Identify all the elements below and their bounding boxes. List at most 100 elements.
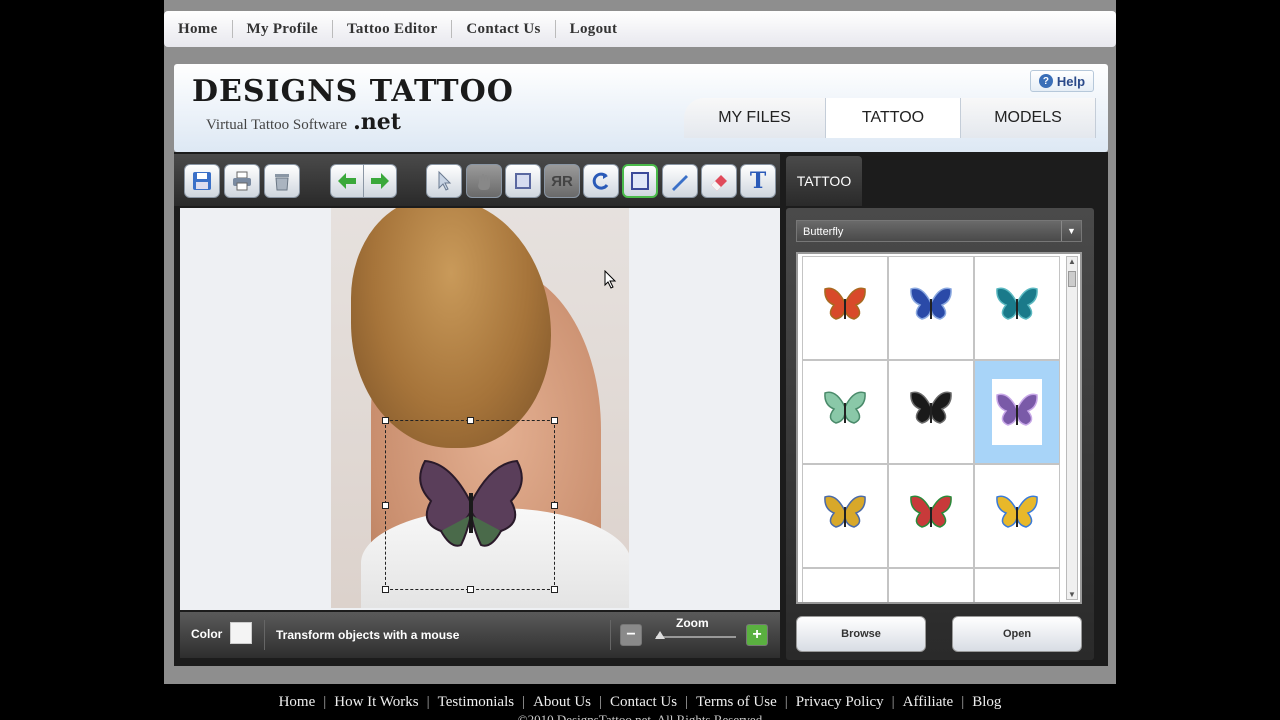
help-button[interactable]: ? Help xyxy=(1030,70,1094,92)
brush-icon[interactable] xyxy=(662,164,698,198)
resize-handle[interactable] xyxy=(467,586,474,593)
main-tabs: MY FILES TATTOO MODELS xyxy=(684,98,1096,138)
footer-separator: | xyxy=(599,694,603,710)
tab-my-files[interactable]: MY FILES xyxy=(684,98,826,138)
footer-link[interactable]: Affiliate xyxy=(903,694,954,711)
undo-arrow-icon[interactable] xyxy=(330,164,364,198)
resize-handle[interactable] xyxy=(551,417,558,424)
model-photo xyxy=(331,208,629,608)
editor-toolbar: ЯR T xyxy=(174,154,780,206)
footer: Home | How It Works | Testimonials | About Us |… xyxy=(164,684,1116,720)
resize-handle[interactable] xyxy=(467,417,474,424)
footer-link[interactable]: How It Works xyxy=(334,694,418,711)
editor-canvas[interactable] xyxy=(180,208,780,610)
footer-separator: | xyxy=(784,694,788,710)
tattoo-thumb-outline-green-butterfly[interactable] xyxy=(802,360,888,464)
zoom-slider[interactable] xyxy=(655,631,736,639)
mirror-icon[interactable]: ЯR xyxy=(544,164,580,198)
resize-handle[interactable] xyxy=(382,502,389,509)
nav-home[interactable]: Home xyxy=(168,21,228,38)
open-button[interactable]: Open xyxy=(952,616,1082,652)
transform-icon[interactable] xyxy=(622,164,658,198)
text-tool-label: T xyxy=(749,168,767,194)
nav-my-profile[interactable]: My Profile xyxy=(237,21,328,38)
divider xyxy=(264,620,265,650)
app-frame: Home My Profile Tattoo Editor Contact Us… xyxy=(164,0,1116,720)
category-value: Butterfly xyxy=(803,226,844,238)
tattoo-thumb-black-outline-butterfly[interactable] xyxy=(888,360,974,464)
footer-link[interactable]: Testimonials xyxy=(438,694,514,711)
browse-button[interactable]: Browse xyxy=(796,616,926,652)
resize-handle[interactable] xyxy=(551,502,558,509)
footer-link[interactable]: Terms of Use xyxy=(696,694,777,711)
gallery-scrollbar[interactable]: ▲ ▼ xyxy=(1066,256,1078,600)
site-logo[interactable]: DESIGNS TATTOO Virtual Tattoo Software .… xyxy=(192,74,514,135)
footer-link[interactable]: Home xyxy=(279,694,316,711)
text-icon[interactable]: T xyxy=(740,164,776,198)
tattoo-thumb-rainbow-butterfly[interactable] xyxy=(888,464,974,568)
footer-link[interactable]: Contact Us xyxy=(610,694,677,711)
rotate-icon[interactable] xyxy=(583,164,619,198)
tattoo-thumb-partial-a[interactable] xyxy=(802,568,888,602)
zoom-in-button[interactable]: + xyxy=(746,624,768,646)
crop-icon[interactable] xyxy=(505,164,541,198)
trash-icon[interactable] xyxy=(264,164,300,198)
top-nav: Home My Profile Tattoo Editor Contact Us… xyxy=(164,11,1116,47)
print-icon[interactable] xyxy=(224,164,260,198)
tattoo-thumb-purple-butterfly[interactable] xyxy=(974,360,1060,464)
footer-links: Home | How It Works | Testimonials | About Us |… xyxy=(164,694,1116,711)
footer-link[interactable]: Privacy Policy xyxy=(796,694,884,711)
tattoo-thumb-partial-b[interactable] xyxy=(888,568,974,602)
zoom-minus-label: − xyxy=(626,626,636,643)
divider xyxy=(610,620,611,650)
zoom-label: Zoom xyxy=(676,616,709,630)
nav-separator xyxy=(331,20,333,38)
tattoo-thumb-teal-tribal-butterfly[interactable] xyxy=(974,256,1060,360)
scroll-thumb[interactable] xyxy=(1068,271,1076,287)
nav-separator xyxy=(231,20,233,38)
tattoo-panel: Butterfly ▼ ▲ ▼ Browse Open xyxy=(786,208,1094,660)
tab-tattoo[interactable]: TATTOO xyxy=(826,98,961,138)
zoom-plus-label: + xyxy=(752,626,762,643)
logo-subtitle: Virtual Tattoo Software xyxy=(206,117,348,133)
logo-net: .net xyxy=(353,109,401,135)
eraser-icon[interactable] xyxy=(701,164,737,198)
footer-link[interactable]: About Us xyxy=(533,694,591,711)
editor-area: ЯR T Color Transform objects with a mous… xyxy=(174,152,1108,666)
status-hint: Transform objects with a mouse xyxy=(276,628,460,642)
zoom-slider-thumb[interactable] xyxy=(655,631,665,639)
resize-handle[interactable] xyxy=(382,586,389,593)
color-label: Color xyxy=(191,627,223,641)
redo-arrow-icon[interactable] xyxy=(363,164,397,198)
save-icon[interactable] xyxy=(184,164,220,198)
nav-contact-us[interactable]: Contact Us xyxy=(456,21,550,38)
hand-icon[interactable] xyxy=(466,164,502,198)
tattoo-thumb-partial-c[interactable] xyxy=(974,568,1060,602)
selection-box[interactable] xyxy=(382,417,558,593)
nav-logout[interactable]: Logout xyxy=(560,21,628,38)
category-select[interactable]: Butterfly ▼ xyxy=(796,220,1082,242)
tab-models[interactable]: MODELS xyxy=(961,98,1096,138)
tattoo-thumb-blue-butterfly[interactable] xyxy=(888,256,974,360)
nav-separator xyxy=(554,20,556,38)
resize-handle[interactable] xyxy=(551,586,558,593)
color-swatch[interactable] xyxy=(230,622,252,644)
tattoo-thumb-tribal-butterfly-red[interactable] xyxy=(802,256,888,360)
model-hair xyxy=(351,208,551,448)
footer-link[interactable]: Blog xyxy=(972,694,1001,711)
scroll-up-icon[interactable]: ▲ xyxy=(1067,257,1077,266)
resize-handle[interactable] xyxy=(382,417,389,424)
zoom-out-button[interactable]: − xyxy=(620,624,642,646)
scroll-down-icon[interactable]: ▼ xyxy=(1067,590,1077,599)
status-bar: Color Transform objects with a mouse − Z… xyxy=(180,612,780,658)
tattoo-gallery: ▲ ▼ xyxy=(796,252,1082,604)
tattoo-thumb-small-colored-butterfly[interactable] xyxy=(802,464,888,568)
nav-tattoo-editor[interactable]: Tattoo Editor xyxy=(337,21,447,38)
tattoo-thumb-colorful-butterfly[interactable] xyxy=(974,464,1060,568)
select-arrow-icon[interactable] xyxy=(426,164,462,198)
copyright: ©2010 DesignsTattoo.net. All Rights Rese… xyxy=(517,712,763,720)
footer-separator: | xyxy=(323,694,327,710)
tab-tattoo-panel[interactable]: TATTOO xyxy=(786,156,862,206)
help-label: Help xyxy=(1056,73,1086,89)
header-panel: DESIGNS TATTOO Virtual Tattoo Software .… xyxy=(174,64,1108,152)
